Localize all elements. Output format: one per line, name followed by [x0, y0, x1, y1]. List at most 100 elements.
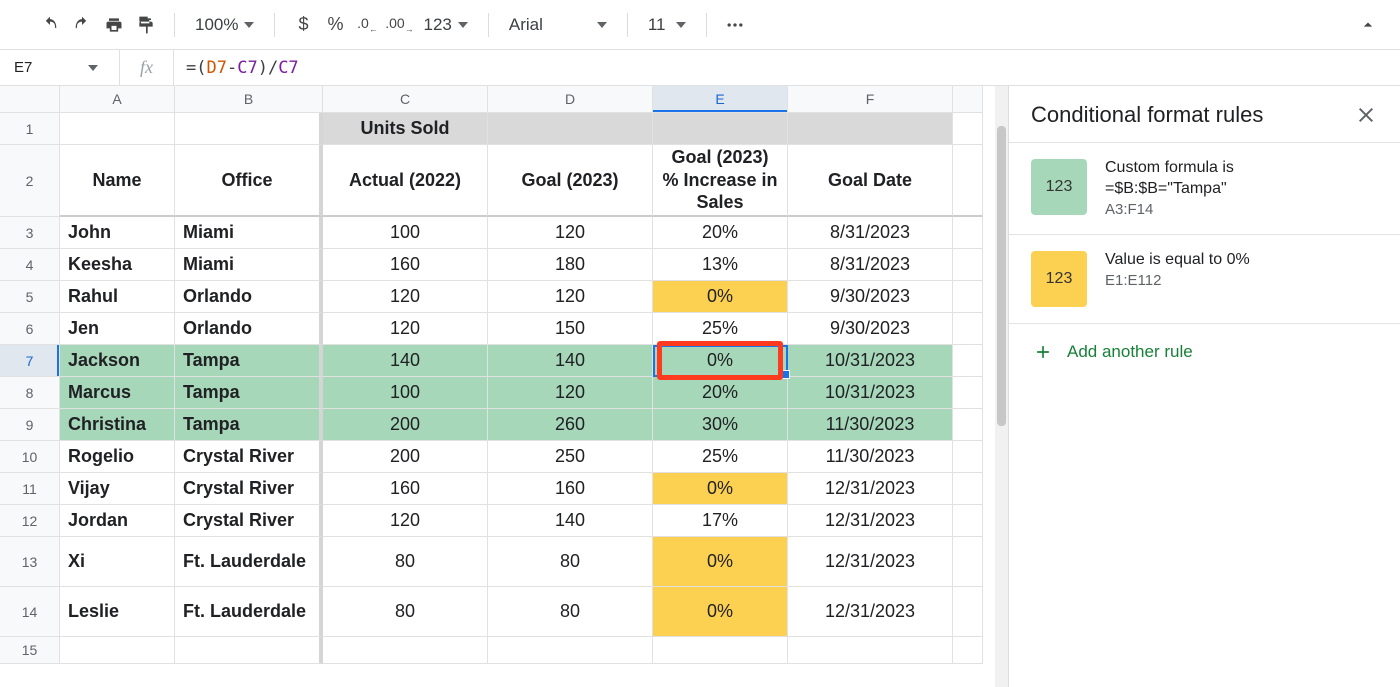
cell-C11[interactable]: 160 [323, 473, 488, 505]
cell-A10[interactable]: Rogelio [60, 441, 175, 473]
row-header-9[interactable]: 9 [0, 409, 60, 441]
cell-E3[interactable]: 20% [653, 217, 788, 249]
row-header-6[interactable]: 6 [0, 313, 60, 345]
row-header-10[interactable]: 10 [0, 441, 60, 473]
cell-E12[interactable]: 17% [653, 505, 788, 537]
cell-D8[interactable]: 120 [488, 377, 653, 409]
font-size-dropdown[interactable]: 11 [642, 11, 692, 39]
row-header-3[interactable]: 3 [0, 217, 60, 249]
cell-A6[interactable]: Jen [60, 313, 175, 345]
cell-A11[interactable]: Vijay [60, 473, 175, 505]
col-header-D[interactable]: D [488, 86, 653, 113]
increase-decimal-button[interactable]: .00→ [385, 11, 413, 39]
cell-F9[interactable]: 11/30/2023 [788, 409, 953, 441]
cell-F4[interactable]: 8/31/2023 [788, 249, 953, 281]
undo-button[interactable] [36, 11, 64, 39]
cell-B7[interactable]: Tampa [175, 345, 323, 377]
font-dropdown[interactable]: Arial [503, 11, 613, 39]
print-button[interactable] [100, 11, 128, 39]
cell-B14[interactable]: Ft. Lauderdale [175, 587, 323, 637]
cell-D7[interactable]: 140 [488, 345, 653, 377]
row-header-2[interactable]: 2 [0, 145, 60, 217]
cell-A8[interactable]: Marcus [60, 377, 175, 409]
cell-A13[interactable]: Xi [60, 537, 175, 587]
cell-A9[interactable]: Christina [60, 409, 175, 441]
cell-A15[interactable] [60, 637, 175, 664]
cell-D12[interactable]: 140 [488, 505, 653, 537]
cell-C7[interactable]: 140 [323, 345, 488, 377]
cell-E15[interactable] [653, 637, 788, 664]
cell-F14[interactable]: 12/31/2023 [788, 587, 953, 637]
cell-D4[interactable]: 180 [488, 249, 653, 281]
currency-button[interactable]: $ [289, 11, 317, 39]
cell-F13[interactable]: 12/31/2023 [788, 537, 953, 587]
cell-B12[interactable]: Crystal River [175, 505, 323, 537]
cell-E7[interactable]: 0% [653, 345, 788, 377]
cell-E8[interactable]: 20% [653, 377, 788, 409]
header-F[interactable]: Goal Date [788, 145, 953, 217]
cell-D3[interactable]: 120 [488, 217, 653, 249]
col-header-C[interactable]: C [323, 86, 488, 113]
cell-F11[interactable]: 12/31/2023 [788, 473, 953, 505]
cell-F3[interactable]: 8/31/2023 [788, 217, 953, 249]
row-header-14[interactable]: 14 [0, 587, 60, 637]
cell-F10[interactable]: 11/30/2023 [788, 441, 953, 473]
cell-B15[interactable] [175, 637, 323, 664]
col-header-partial[interactable] [953, 86, 983, 113]
cell-B8[interactable]: Tampa [175, 377, 323, 409]
col-header-B[interactable]: B [175, 86, 323, 113]
row-header-5[interactable]: 5 [0, 281, 60, 313]
cell-C14[interactable]: 80 [323, 587, 488, 637]
cell-F8[interactable]: 10/31/2023 [788, 377, 953, 409]
cell-D13[interactable]: 80 [488, 537, 653, 587]
percent-button[interactable]: % [321, 11, 349, 39]
add-rule-button[interactable]: Add another rule [1009, 323, 1400, 380]
name-box[interactable]: E7 [0, 50, 120, 85]
cell-D10[interactable]: 250 [488, 441, 653, 473]
cell-C10[interactable]: 200 [323, 441, 488, 473]
cell-B5[interactable]: Orlando [175, 281, 323, 313]
cell-B13[interactable]: Ft. Lauderdale [175, 537, 323, 587]
row-header-8[interactable]: 8 [0, 377, 60, 409]
col-header-E[interactable]: E [653, 86, 788, 113]
row-header-7[interactable]: 7 [0, 345, 60, 377]
cell-F12[interactable]: 12/31/2023 [788, 505, 953, 537]
cell-C13[interactable]: 80 [323, 537, 488, 587]
cell-A5[interactable]: Rahul [60, 281, 175, 313]
row-header-12[interactable]: 12 [0, 505, 60, 537]
cell-B11[interactable]: Crystal River [175, 473, 323, 505]
header-D[interactable]: Goal (2023) [488, 145, 653, 217]
more-formats-dropdown[interactable]: 123 [417, 11, 473, 39]
cell-A14[interactable]: Leslie [60, 587, 175, 637]
cell-F15[interactable] [788, 637, 953, 664]
cell-D14[interactable]: 80 [488, 587, 653, 637]
cell-E11[interactable]: 0% [653, 473, 788, 505]
paint-format-button[interactable] [132, 11, 160, 39]
cell-E14[interactable]: 0% [653, 587, 788, 637]
header-E[interactable]: Goal (2023) % Increase in Sales [653, 145, 788, 217]
cell-A3[interactable]: John [60, 217, 175, 249]
vertical-scrollbar[interactable] [995, 86, 1008, 687]
cell-C4[interactable]: 160 [323, 249, 488, 281]
decrease-decimal-button[interactable]: .0← [353, 11, 381, 39]
col-header-A[interactable]: A [60, 86, 175, 113]
cell-D6[interactable]: 150 [488, 313, 653, 345]
cell-C1[interactable]: Units Sold [323, 113, 488, 145]
header-A[interactable]: Name [60, 145, 175, 217]
cell-B4[interactable]: Miami [175, 249, 323, 281]
spreadsheet-grid[interactable]: ABCDEF1Units Sold2NameOfficeActual (2022… [0, 86, 1008, 687]
cell-C8[interactable]: 100 [323, 377, 488, 409]
cell-B3[interactable]: Miami [175, 217, 323, 249]
cell-E6[interactable]: 25% [653, 313, 788, 345]
cell-B10[interactable]: Crystal River [175, 441, 323, 473]
format-rule-1[interactable]: 123Value is equal to 0%E1:E112 [1009, 234, 1400, 323]
cell-B6[interactable]: Orlando [175, 313, 323, 345]
zoom-dropdown[interactable]: 100% [189, 11, 260, 39]
col-header-F[interactable]: F [788, 86, 953, 113]
cell-C15[interactable] [323, 637, 488, 664]
cell-D11[interactable]: 160 [488, 473, 653, 505]
cell-E5[interactable]: 0% [653, 281, 788, 313]
cell-D5[interactable]: 120 [488, 281, 653, 313]
cell-C5[interactable]: 120 [323, 281, 488, 313]
cell-A4[interactable]: Keesha [60, 249, 175, 281]
